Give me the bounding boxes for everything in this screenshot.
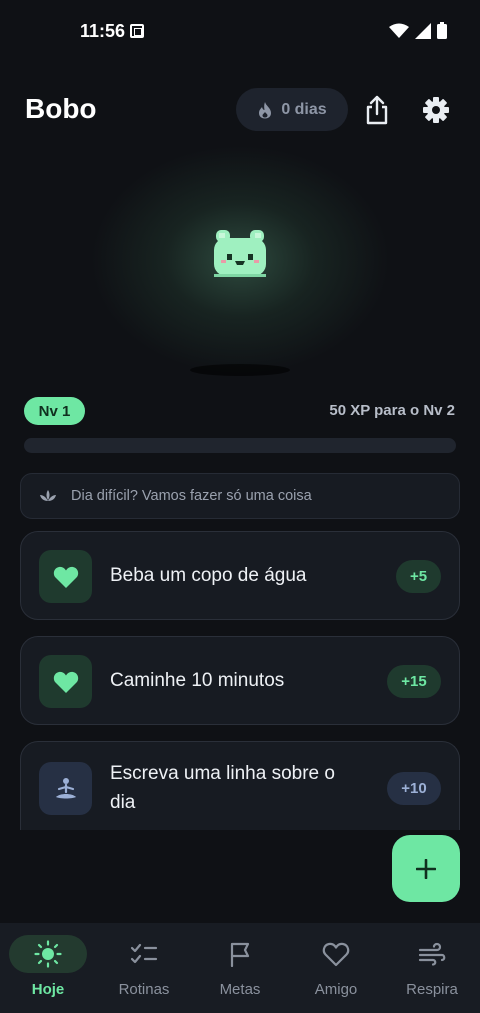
status-icons [389,22,447,39]
pet-shadow [190,364,290,376]
share-icon [366,95,388,125]
task-xp-chip: +15 [387,665,441,698]
nav-item-rotinas[interactable]: Rotinas [96,923,192,1013]
task-label-line: Escreva uma linha sobre o [110,763,335,784]
page-title: Bobo [25,93,97,124]
task-label-line: dia [110,792,136,813]
xp-to-next-level: 50 XP para o Nv 2 [329,402,455,419]
signal-icon [415,22,431,39]
nav-icon-wrap [105,935,183,973]
nav-icon-wrap [9,935,87,973]
flag-icon [230,942,250,967]
screenshot-indicator-icon [130,24,144,38]
task-xp-chip: +10 [387,772,441,805]
wind-icon [418,942,446,966]
share-button[interactable] [361,92,393,128]
meditation-icon [55,777,76,798]
heart-icon [53,671,78,693]
add-task-button[interactable] [392,835,460,902]
level-badge: Nv 1 [24,397,85,425]
settings-button[interactable] [418,92,454,128]
task-label: Escreva uma linha sobre o dia [110,759,335,817]
nav-item-amigo[interactable]: Amigo [288,923,384,1013]
task-icon-box [39,762,92,815]
nav-label: Rotinas [118,981,170,998]
nav-item-respira[interactable]: Respira [384,923,480,1013]
nav-label: Hoje [31,981,65,998]
nav-label: Amigo [314,981,358,998]
task-card[interactable]: Escreva uma linha sobre o dia +10 [20,741,460,841]
flame-icon [259,101,272,118]
task-icon-box [39,550,92,603]
status-time: 11:56 [80,21,126,41]
wifi-icon [389,23,409,38]
task-icon-box [39,655,92,708]
nav-item-metas[interactable]: Metas [192,923,288,1013]
hard-day-button[interactable]: Dia difícil? Vamos fazer só uma coisa [20,473,460,519]
streak-counter[interactable]: 0 dias [236,88,348,131]
sun-icon [34,940,62,968]
nav-icon-wrap [297,935,375,973]
task-card[interactable]: Caminhe 10 minutos +15 [20,636,460,725]
checklist-icon [130,943,158,964]
battery-icon [437,22,447,39]
gear-icon [423,97,449,123]
nav-label: Metas [219,981,261,998]
nav-item-hoje[interactable]: Hoje [0,923,96,1013]
task-card[interactable]: Beba um copo de água +5 [20,531,460,620]
pet-character[interactable] [210,226,270,280]
status-bar: 11:56 [0,0,480,62]
task-xp-chip: +5 [396,560,441,593]
heart-outline-icon [322,942,350,967]
streak-label: 0 dias [281,100,327,118]
hard-day-text: Dia difícil? Vamos fazer só uma coisa [71,488,312,504]
heart-icon [53,566,78,588]
xp-progress-bar [24,438,456,453]
nav-icon-wrap [393,935,471,973]
bottom-navigation: Hoje Rotinas Metas Amigo Respira [0,923,480,1013]
task-label: Caminhe 10 minutos [110,670,285,691]
plus-icon [416,858,436,879]
task-label: Beba um copo de água [110,565,307,586]
nav-icon-wrap [201,935,279,973]
list-clip-edge [20,830,460,844]
nav-label: Respira [406,981,458,998]
lotus-icon [40,490,56,501]
